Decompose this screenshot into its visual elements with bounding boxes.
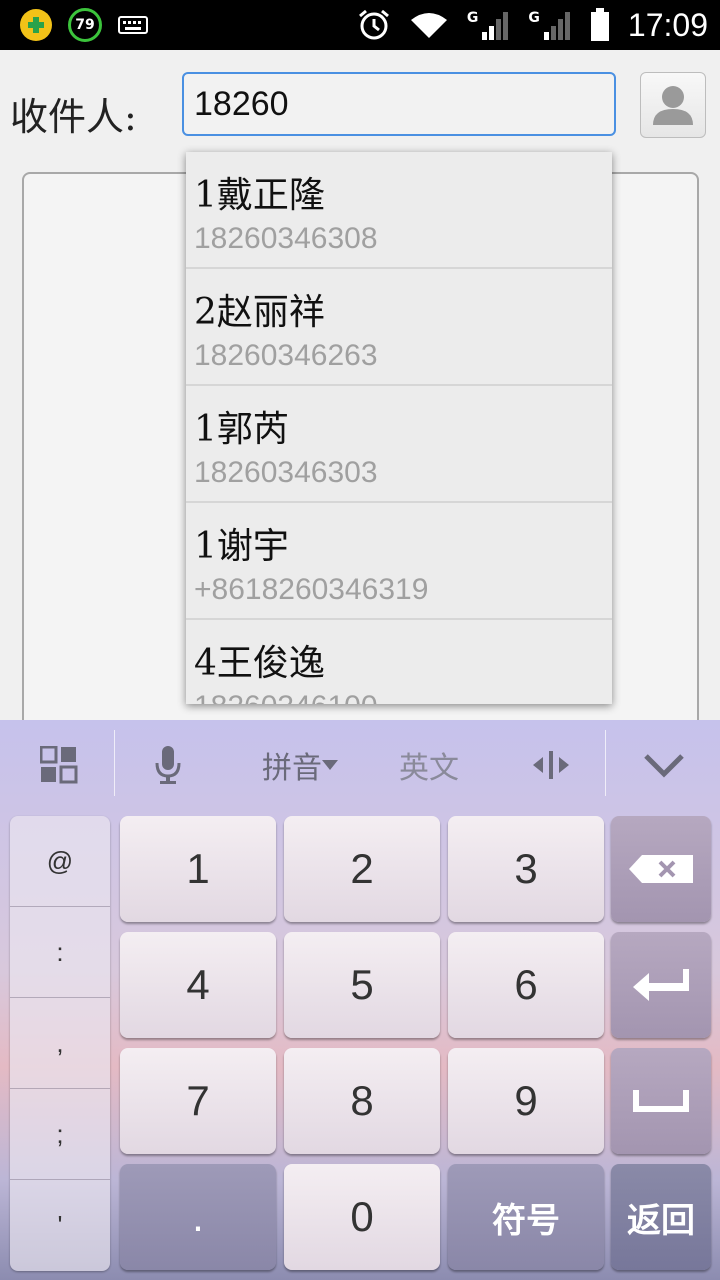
key-6[interactable]: 6 xyxy=(448,932,604,1038)
status-bar: 79 G G 17:09 xyxy=(0,0,720,50)
suggestion-item[interactable]: 1谢宇 +8618260346319 xyxy=(186,503,612,620)
app-notification-icon xyxy=(20,9,52,41)
backspace-key[interactable] xyxy=(611,816,711,922)
suggestion-name: 2赵丽祥 xyxy=(194,292,325,333)
cursor-arrows-icon xyxy=(533,751,569,779)
symbol-key[interactable]: ' xyxy=(10,1180,110,1271)
battery-percent-badge: 79 xyxy=(68,8,102,42)
recipient-label: 收件人: xyxy=(10,95,137,139)
symbol-key[interactable]: , xyxy=(10,998,110,1089)
recipient-row: 收件人: 18260 xyxy=(0,50,720,160)
signal-1-icon: G xyxy=(467,10,511,40)
backspace-icon xyxy=(629,855,693,883)
suggestion-name: 4王俊逸 xyxy=(194,643,325,684)
english-mode-button[interactable]: 英文 xyxy=(384,720,474,810)
suggestion-name: 1谢宇 xyxy=(194,526,289,567)
clock: 17:09 xyxy=(627,6,708,43)
pinyin-label: 拼音 xyxy=(262,751,322,786)
key-8[interactable]: 8 xyxy=(284,1048,440,1154)
network-type-1: G xyxy=(466,10,479,26)
keyboard-toolbar: 拼音 英文 xyxy=(0,720,720,810)
suggestion-name: 1郭芮 xyxy=(194,409,289,450)
key-5[interactable]: 5 xyxy=(284,932,440,1038)
key-0[interactable]: 0 xyxy=(284,1164,440,1270)
ime-keyboard: 拼音 英文 @ : , ; ' 1 2 3 4 5 6 7 8 9 . 0 符号 xyxy=(0,720,720,1280)
enter-key[interactable] xyxy=(611,932,711,1038)
battery-icon xyxy=(590,8,610,42)
contact-person-icon xyxy=(653,86,693,125)
alarm-icon xyxy=(357,8,391,42)
key-4[interactable]: 4 xyxy=(120,932,276,1038)
symbol-key[interactable]: @ xyxy=(10,816,110,907)
symbol-key[interactable]: ; xyxy=(10,1089,110,1180)
hide-keyboard-button[interactable] xyxy=(624,720,704,810)
dot-key[interactable]: . xyxy=(120,1164,276,1270)
symbols-key-label: 符号 xyxy=(492,1200,560,1241)
suggestion-number: 18260346303 xyxy=(194,456,378,489)
keyboard-menu-button[interactable] xyxy=(20,720,98,810)
signal-2-icon: G xyxy=(528,10,572,40)
dropdown-arrow-icon xyxy=(322,760,338,770)
suggestion-number: 18260346308 xyxy=(194,222,378,255)
enter-icon xyxy=(633,969,689,1001)
voice-input-button[interactable] xyxy=(130,720,206,810)
space-icon xyxy=(633,1090,689,1112)
suggestion-name: 1戴正隆 xyxy=(194,175,325,216)
key-2[interactable]: 2 xyxy=(284,816,440,922)
symbols-key[interactable]: 符号 xyxy=(448,1164,604,1270)
wifi-icon xyxy=(409,10,449,40)
back-key-label: 返回 xyxy=(627,1200,695,1241)
suggestion-item[interactable]: 1戴正隆 18260346308 xyxy=(186,152,612,269)
suggestion-number: 18260346100 xyxy=(194,690,378,704)
contact-suggestions-dropdown: 1戴正隆 18260346308 2赵丽祥 18260346263 1郭芮 18… xyxy=(186,152,612,704)
cursor-move-button[interactable] xyxy=(516,720,586,810)
pinyin-mode-button[interactable]: 拼音 xyxy=(250,720,350,810)
space-key[interactable] xyxy=(611,1048,711,1154)
grid-icon xyxy=(40,746,78,784)
recipient-input[interactable]: 18260 xyxy=(182,72,616,136)
key-1[interactable]: 1 xyxy=(120,816,276,922)
symbol-key[interactable]: : xyxy=(10,907,110,998)
suggestion-number: 18260346263 xyxy=(194,339,378,372)
suggestion-number: +8618260346319 xyxy=(194,573,429,606)
suggestion-item[interactable]: 2赵丽祥 18260346263 xyxy=(186,269,612,386)
symbol-column: @ : , ; ' xyxy=(10,816,110,1271)
back-key[interactable]: 返回 xyxy=(611,1164,711,1270)
key-9[interactable]: 9 xyxy=(448,1048,604,1154)
key-7[interactable]: 7 xyxy=(120,1048,276,1154)
microphone-icon xyxy=(155,746,181,784)
suggestion-item[interactable]: 1郭芮 18260346303 xyxy=(186,386,612,503)
keyboard-icon xyxy=(118,16,148,34)
network-type-2: G xyxy=(528,10,540,26)
key-3[interactable]: 3 xyxy=(448,816,604,922)
chevron-down-icon xyxy=(644,754,684,778)
pick-contact-button[interactable] xyxy=(640,72,706,138)
suggestion-item[interactable]: 4王俊逸 18260346100 xyxy=(186,620,612,704)
